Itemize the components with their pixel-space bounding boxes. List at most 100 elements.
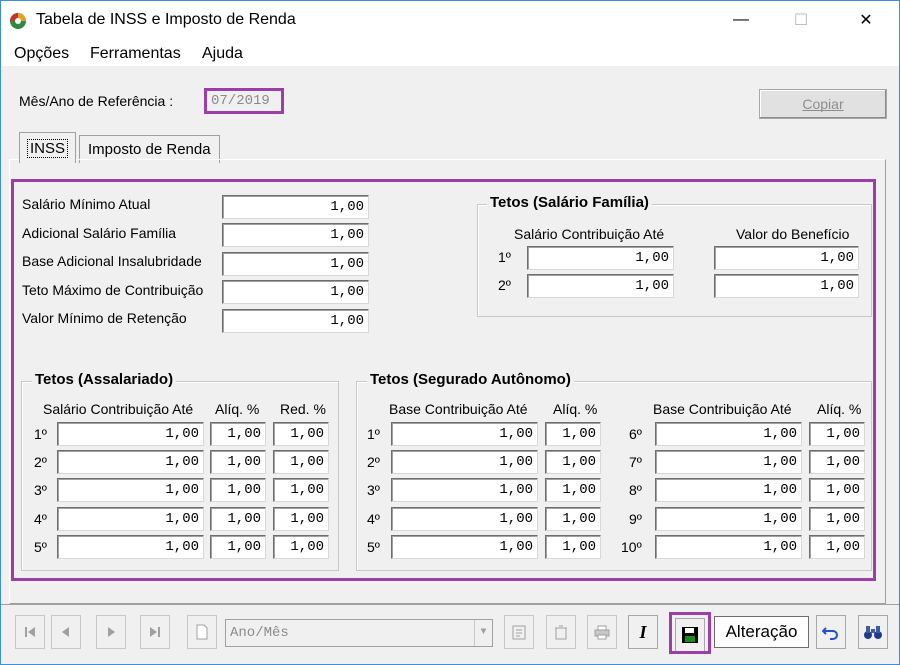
last-record-button[interactable] xyxy=(140,615,170,649)
sf-contrib-field[interactable]: 1,00 xyxy=(527,246,674,270)
tab-inss[interactable]: INSS xyxy=(19,132,77,163)
au-aliq-header: Alíq. % xyxy=(553,401,598,417)
print-button[interactable] xyxy=(587,615,617,649)
reference-label: Mês/Ano de Referência : xyxy=(19,93,174,109)
as-aliq-field[interactable]: 1,00 xyxy=(210,450,266,474)
sf-benefit-field[interactable]: 1,00 xyxy=(714,246,859,270)
as-red-field[interactable]: 1,00 xyxy=(273,535,329,559)
as-contrib-field[interactable]: 1,00 xyxy=(57,478,204,502)
clear-button[interactable] xyxy=(546,615,576,649)
as-aliq-field[interactable]: 1,00 xyxy=(210,478,266,502)
copy-button[interactable]: Copiar xyxy=(759,89,887,119)
au-base-field[interactable]: 1,00 xyxy=(391,507,538,531)
menu-bar: Opções Ferramentas Ajuda xyxy=(1,39,899,66)
as-aliq-field[interactable]: 1,00 xyxy=(210,535,266,559)
as-row-label: 5º xyxy=(34,539,47,555)
next-record-button[interactable] xyxy=(96,615,126,649)
au-row-label: 3º xyxy=(367,482,380,498)
adicional-salario-familia-label: Adicional Salário Família xyxy=(22,225,177,241)
au-base-field[interactable]: 1,00 xyxy=(655,507,802,531)
next-record-icon xyxy=(108,627,115,637)
undo-button[interactable] xyxy=(816,615,846,649)
new-document-icon xyxy=(196,624,208,640)
last-record-icon xyxy=(150,627,160,637)
au-aliq-field[interactable]: 1,00 xyxy=(545,478,601,502)
as-aliq-field[interactable]: 1,00 xyxy=(210,422,266,446)
export-button[interactable] xyxy=(504,615,534,649)
au-base-field[interactable]: 1,00 xyxy=(391,478,538,502)
as-row-label: 4º xyxy=(34,511,47,527)
as-row-label: 2º xyxy=(34,454,47,470)
valor-minimo-retencao-label: Valor Mínimo de Retenção xyxy=(22,310,187,326)
italic-button[interactable]: I xyxy=(628,615,658,649)
binoculars-icon xyxy=(864,626,882,639)
au-aliq-field[interactable]: 1,00 xyxy=(545,535,601,559)
period-combo-value: Ano/Mês xyxy=(230,625,289,641)
chevron-down-icon[interactable]: ▼ xyxy=(474,620,492,646)
maximize-button[interactable]: ☐ xyxy=(778,1,824,39)
menu-ajuda[interactable]: Ajuda xyxy=(202,45,243,63)
adicional-salario-familia-field[interactable]: 1,00 xyxy=(222,223,369,247)
sf-contrib-field[interactable]: 1,00 xyxy=(527,274,674,298)
au-base-field[interactable]: 1,00 xyxy=(391,535,538,559)
undo-icon xyxy=(822,627,838,640)
au-aliq-field[interactable]: 1,00 xyxy=(809,450,865,474)
au-row-label: 6º xyxy=(629,426,642,442)
edit-mode-indicator: Alteração xyxy=(714,616,809,648)
base-insalubridade-label: Base Adicional Insalubridade xyxy=(22,253,202,269)
sf-contrib-header: Salário Contribuição Até xyxy=(514,226,665,242)
main-window: Tabela de INSS e Imposto de Renda — ☐ ✕ … xyxy=(0,0,900,665)
as-contrib-field[interactable]: 1,00 xyxy=(57,507,204,531)
close-button[interactable]: ✕ xyxy=(843,1,889,39)
au-row-label: 4º xyxy=(367,511,380,527)
menu-opcoes[interactable]: Opções xyxy=(14,45,69,63)
tab-inss-label: INSS xyxy=(26,138,69,158)
au-aliq-field[interactable]: 1,00 xyxy=(545,450,601,474)
as-contrib-field[interactable]: 1,00 xyxy=(57,422,204,446)
italic-icon: I xyxy=(639,621,647,642)
menu-ferramentas[interactable]: Ferramentas xyxy=(90,45,181,63)
au-base-field[interactable]: 1,00 xyxy=(655,535,802,559)
au-base-field[interactable]: 1,00 xyxy=(655,450,802,474)
teto-maximo-field[interactable]: 1,00 xyxy=(222,280,369,304)
au-aliq-header: Alíq. % xyxy=(817,401,862,417)
au-aliq-field[interactable]: 1,00 xyxy=(545,507,601,531)
app-icon xyxy=(10,13,26,29)
au-base-field[interactable]: 1,00 xyxy=(391,450,538,474)
as-red-field[interactable]: 1,00 xyxy=(273,478,329,502)
reference-input[interactable]: 07/2019 xyxy=(204,88,284,114)
minimize-button[interactable]: — xyxy=(718,1,764,39)
as-aliq-header: Alíq. % xyxy=(215,401,260,417)
au-base-field[interactable]: 1,00 xyxy=(655,478,802,502)
autonomo-title: Tetos (Segurado Autônomo) xyxy=(367,371,574,388)
au-aliq-field[interactable]: 1,00 xyxy=(809,422,865,446)
as-aliq-field[interactable]: 1,00 xyxy=(210,507,266,531)
au-row-label: 2º xyxy=(367,454,380,470)
search-button[interactable] xyxy=(858,615,888,649)
valor-minimo-retencao-field[interactable]: 1,00 xyxy=(222,309,369,333)
au-base-field[interactable]: 1,00 xyxy=(391,422,538,446)
au-row-label: 5º xyxy=(367,539,380,555)
au-aliq-field[interactable]: 1,00 xyxy=(545,422,601,446)
as-red-field[interactable]: 1,00 xyxy=(273,450,329,474)
as-red-field[interactable]: 1,00 xyxy=(273,422,329,446)
title-bar: Tabela de INSS e Imposto de Renda — ☐ ✕ xyxy=(1,1,899,39)
minimize-icon: — xyxy=(733,11,749,28)
first-record-button[interactable] xyxy=(15,615,45,649)
au-base-field[interactable]: 1,00 xyxy=(655,422,802,446)
au-row-label: 1º xyxy=(367,426,380,442)
as-contrib-field[interactable]: 1,00 xyxy=(57,450,204,474)
as-red-field[interactable]: 1,00 xyxy=(273,507,329,531)
prev-record-button[interactable] xyxy=(51,615,81,649)
base-insalubridade-field[interactable]: 1,00 xyxy=(222,252,369,276)
as-contrib-field[interactable]: 1,00 xyxy=(57,535,204,559)
salario-minimo-field[interactable]: 1,00 xyxy=(222,195,369,219)
au-aliq-field[interactable]: 1,00 xyxy=(809,478,865,502)
au-aliq-field[interactable]: 1,00 xyxy=(809,507,865,531)
au-aliq-field[interactable]: 1,00 xyxy=(809,535,865,559)
sf-benefit-field[interactable]: 1,00 xyxy=(714,274,859,298)
salario-familia-title: Tetos (Salário Família) xyxy=(487,194,652,211)
period-combo[interactable]: Ano/Mês ▼ xyxy=(225,619,493,647)
first-record-icon xyxy=(25,627,35,637)
new-record-button[interactable] xyxy=(187,615,217,649)
